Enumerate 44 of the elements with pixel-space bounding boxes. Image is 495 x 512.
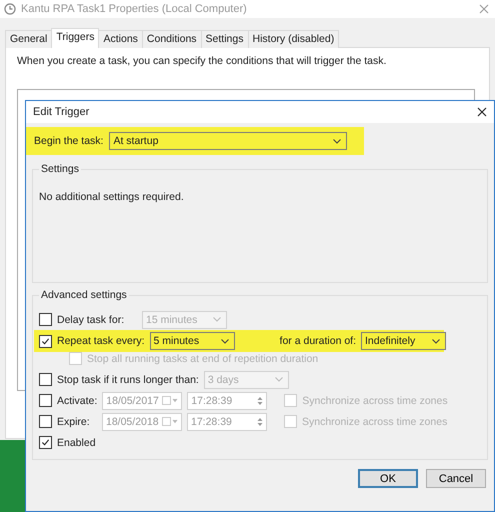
option-label: Synchronize across time zones: [302, 416, 448, 428]
spinner-icon: [257, 396, 264, 406]
duration-dropdown[interactable]: Indefinitely: [361, 332, 446, 350]
description-text: When you create a task, you can specify the conditions that will trigger the task.: [17, 55, 388, 67]
clock-icon: [4, 3, 16, 15]
option-label: Stop all running tasks at end of repetition duration: [87, 352, 318, 364]
tab[interactable]: Conditions: [142, 30, 202, 48]
begin-task-label: Begin the task:: [34, 135, 104, 147]
settings-message: No additional settings required.: [39, 191, 185, 203]
interval-dropdown[interactable]: 5 minutes: [150, 332, 235, 350]
dialog-title: Edit Trigger: [33, 106, 90, 118]
group-title: Settings: [40, 163, 80, 175]
dialog-button[interactable]: Cancel: [426, 469, 486, 488]
checkmark-icon: [41, 438, 50, 447]
group-title: Advanced settings: [40, 289, 128, 301]
checkmark-icon: [41, 336, 50, 346]
tab[interactable]: General: [5, 30, 52, 48]
caret-icon: [220, 338, 229, 344]
caret-icon: [333, 138, 342, 144]
duration-label: for a duration of:: [280, 335, 356, 347]
option-label: Enabled: [57, 436, 97, 448]
option-label: Synchronize across time zones: [302, 394, 448, 406]
option-label: Activate:: [57, 394, 98, 406]
checkbox[interactable]: [39, 436, 52, 449]
caret-icon: [274, 377, 283, 382]
option-label: Delay task for:: [57, 314, 126, 326]
option-label: Repeat task every:: [57, 335, 145, 347]
option-label: Expire:: [57, 416, 91, 428]
close-icon[interactable]: [477, 107, 487, 117]
tab[interactable]: History (disabled): [248, 30, 340, 48]
tab[interactable]: Triggers: [51, 28, 100, 48]
calendar-icon: [162, 417, 178, 426]
caret-icon: [213, 317, 221, 322]
caret-icon: [432, 338, 440, 344]
spinner-icon: [257, 416, 263, 426]
dialog-button[interactable]: OK: [358, 469, 418, 488]
tab[interactable]: Actions: [98, 30, 143, 48]
desktop-background: [0, 440, 26, 512]
calendar-icon: [162, 396, 178, 405]
begin-task-dropdown[interactable]: At startup: [109, 132, 348, 150]
option-label: Stop task if it runs longer than:: [57, 374, 199, 386]
checkbox[interactable]: [39, 334, 52, 348]
window-title: Kantu RPA Task1 Properties (Local Computer): [21, 3, 248, 15]
tab[interactable]: Settings: [200, 30, 248, 48]
